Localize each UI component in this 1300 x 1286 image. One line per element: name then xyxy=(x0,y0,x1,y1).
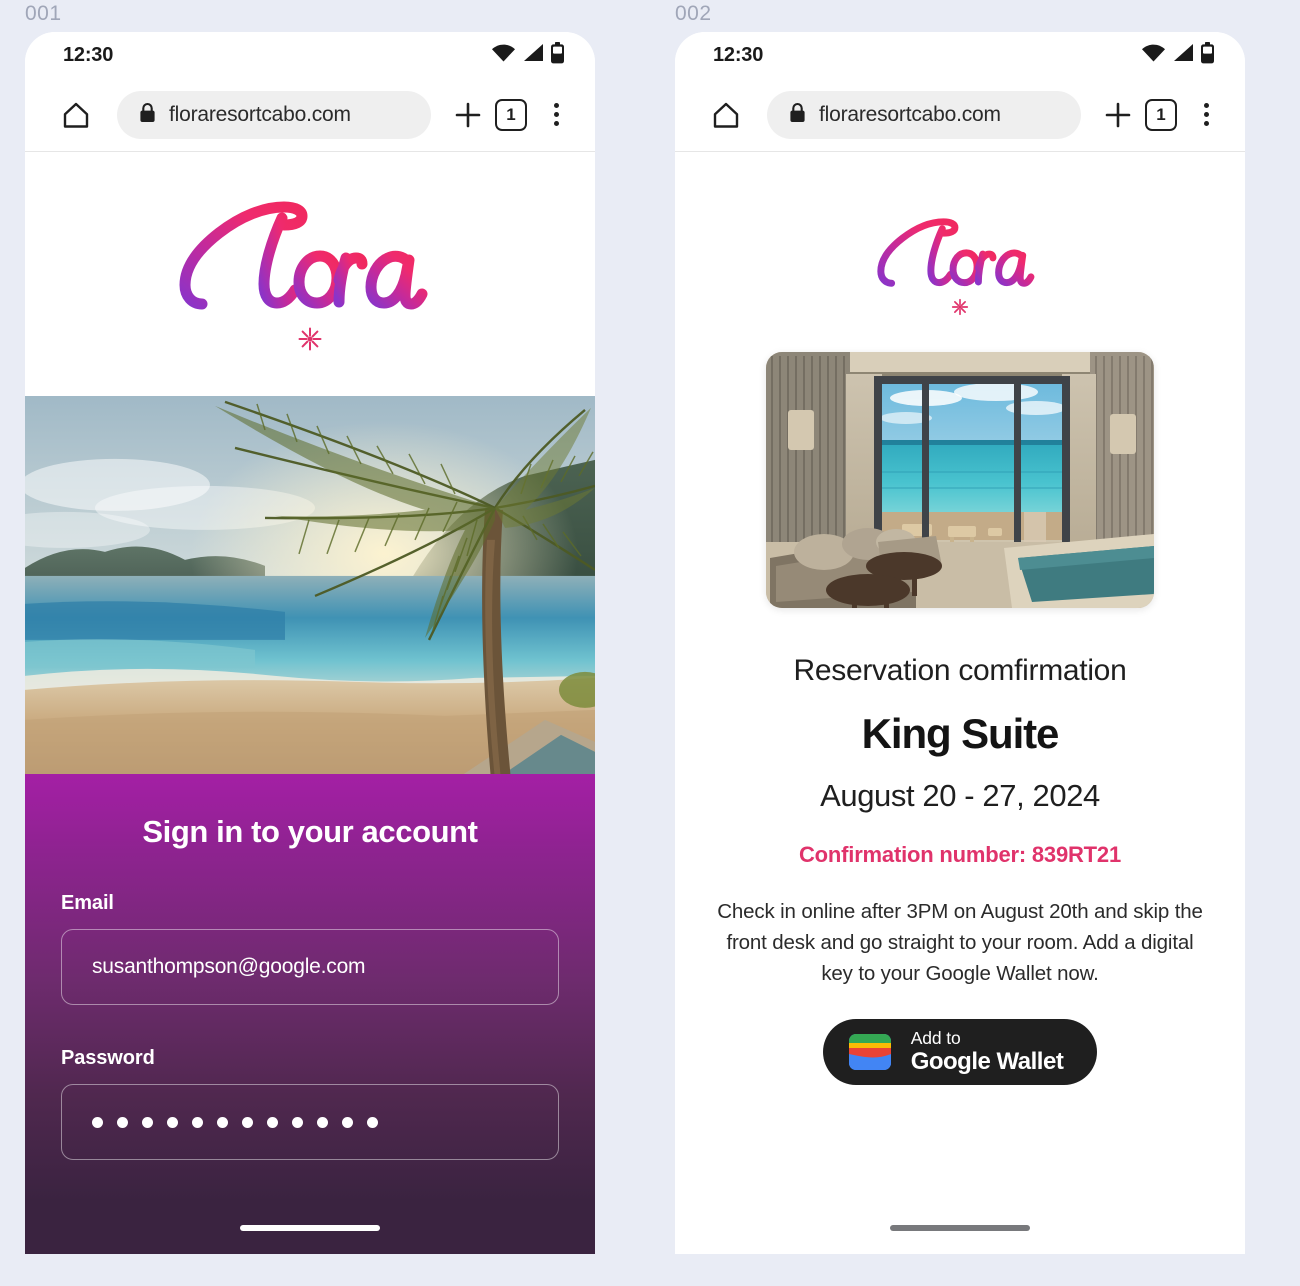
url-bar[interactable]: floraresortcabo.com xyxy=(117,90,431,139)
wallet-big-label: Google Wallet xyxy=(910,1047,1064,1075)
password-dot xyxy=(167,1116,178,1128)
screen-label-001: 001 xyxy=(25,2,62,25)
checkin-instructions: Check in online after 3PM on August 20th… xyxy=(717,900,1203,986)
menu-dot xyxy=(553,112,559,117)
add-to-google-wallet-button[interactable]: Add to Google Wallet xyxy=(822,1019,1098,1086)
status-time: 12:30 xyxy=(63,43,114,66)
confirmation-subtitle: Reservation comfirmation xyxy=(793,654,1127,687)
lock-icon xyxy=(139,102,156,128)
email-field[interactable]: susanthompson@google.com xyxy=(61,929,559,1005)
overflow-menu-icon[interactable] xyxy=(541,96,571,134)
confirmation-content: Reservation comfirmation King Suite Augu… xyxy=(675,352,1245,1202)
browser-toolbar: floraresortcabo.com 1 xyxy=(675,78,1245,152)
plus-icon[interactable] xyxy=(449,96,487,134)
tab-counter-button[interactable]: 1 xyxy=(1145,98,1177,131)
asterisk-burst-icon xyxy=(951,298,969,316)
email-label: Email xyxy=(61,892,114,914)
menu-dot xyxy=(1203,103,1209,108)
status-time: 12:30 xyxy=(713,43,764,66)
tab-count: 1 xyxy=(506,104,516,124)
screen-001: 001 12:30 floraresortcabo.com 1 Sign in … xyxy=(25,0,595,1286)
room-photo xyxy=(766,352,1154,608)
asterisk-burst-icon xyxy=(298,327,322,351)
url-text: floraresortcabo.com xyxy=(169,102,351,126)
tab-counter-button[interactable]: 1 xyxy=(495,98,527,131)
email-value: susanthompson@google.com xyxy=(92,955,366,978)
signin-title: Sign in to your account xyxy=(142,814,478,849)
password-dot xyxy=(92,1116,103,1128)
system-nav-bar xyxy=(675,1202,1245,1254)
phone-frame-002: 12:30 floraresortcabo.com 1 Reservation … xyxy=(675,32,1245,1254)
browser-toolbar: floraresortcabo.com 1 xyxy=(25,78,595,152)
password-dot xyxy=(242,1116,253,1128)
password-dot xyxy=(317,1116,328,1128)
lock-icon xyxy=(789,102,806,128)
overflow-menu-icon[interactable] xyxy=(1191,96,1221,134)
url-bar[interactable]: floraresortcabo.com xyxy=(767,90,1081,139)
password-dot xyxy=(117,1116,128,1128)
home-icon[interactable] xyxy=(59,98,93,132)
password-dot xyxy=(217,1116,228,1128)
room-type: King Suite xyxy=(861,710,1060,757)
menu-dot xyxy=(553,121,559,126)
stay-dates: August 20 - 27, 2024 xyxy=(820,778,1100,813)
wifi-icon xyxy=(491,43,516,67)
password-dot xyxy=(192,1116,203,1128)
password-dot xyxy=(142,1116,153,1128)
wifi-icon xyxy=(1141,43,1166,67)
menu-dot xyxy=(1203,112,1209,117)
screen-002: 002 12:30 floraresortcabo.com 1 Reservat… xyxy=(675,0,1245,1286)
password-dot xyxy=(367,1116,378,1128)
web-page-confirmation: Reservation comfirmation King Suite Augu… xyxy=(675,152,1245,1254)
brand-logo-area xyxy=(675,152,1245,352)
status-bar: 12:30 xyxy=(25,32,595,78)
flora-wordmark-logo xyxy=(179,201,428,310)
cell-signal-icon xyxy=(1172,43,1194,67)
web-page-signin: Sign in to your account Email susanthomp… xyxy=(25,152,595,1254)
wallet-small-label: Add to xyxy=(910,1028,961,1049)
status-bar: 12:30 xyxy=(675,32,1245,78)
cell-signal-icon xyxy=(522,43,544,67)
menu-dot xyxy=(1203,121,1209,126)
status-icons xyxy=(491,41,565,69)
system-nav-bar xyxy=(25,1202,595,1254)
home-gesture-pill[interactable] xyxy=(240,1225,380,1231)
flora-wordmark-logo xyxy=(877,218,1035,287)
password-dot xyxy=(292,1116,303,1128)
password-field[interactable] xyxy=(61,1084,559,1160)
password-dot xyxy=(342,1116,353,1128)
url-text: floraresortcabo.com xyxy=(819,102,1001,126)
signin-panel: Sign in to your account Email susanthomp… xyxy=(25,774,595,1202)
password-label: Password xyxy=(61,1047,155,1069)
brand-logo-area xyxy=(25,152,595,397)
plus-icon[interactable] xyxy=(1099,96,1137,134)
beach-hero-image xyxy=(25,396,595,774)
battery-icon xyxy=(550,41,565,69)
confirmation-number: Confirmation number: 839RT21 xyxy=(798,842,1121,867)
home-icon[interactable] xyxy=(709,98,743,132)
google-wallet-icon xyxy=(847,1032,893,1072)
password-masked-value xyxy=(92,1116,378,1128)
screens-board: 001 12:30 floraresortcabo.com 1 Sign in … xyxy=(0,0,1300,1286)
screen-label-002: 002 xyxy=(675,2,712,25)
status-icons xyxy=(1141,41,1215,69)
battery-icon xyxy=(1200,41,1215,69)
wallet-button-labels: Add to Google Wallet xyxy=(911,1029,1064,1075)
menu-dot xyxy=(553,103,559,108)
phone-frame-001: 12:30 floraresortcabo.com 1 Sign in to y… xyxy=(25,32,595,1254)
password-dot xyxy=(267,1116,278,1128)
tab-count: 1 xyxy=(1156,104,1166,124)
home-gesture-pill[interactable] xyxy=(890,1225,1030,1231)
